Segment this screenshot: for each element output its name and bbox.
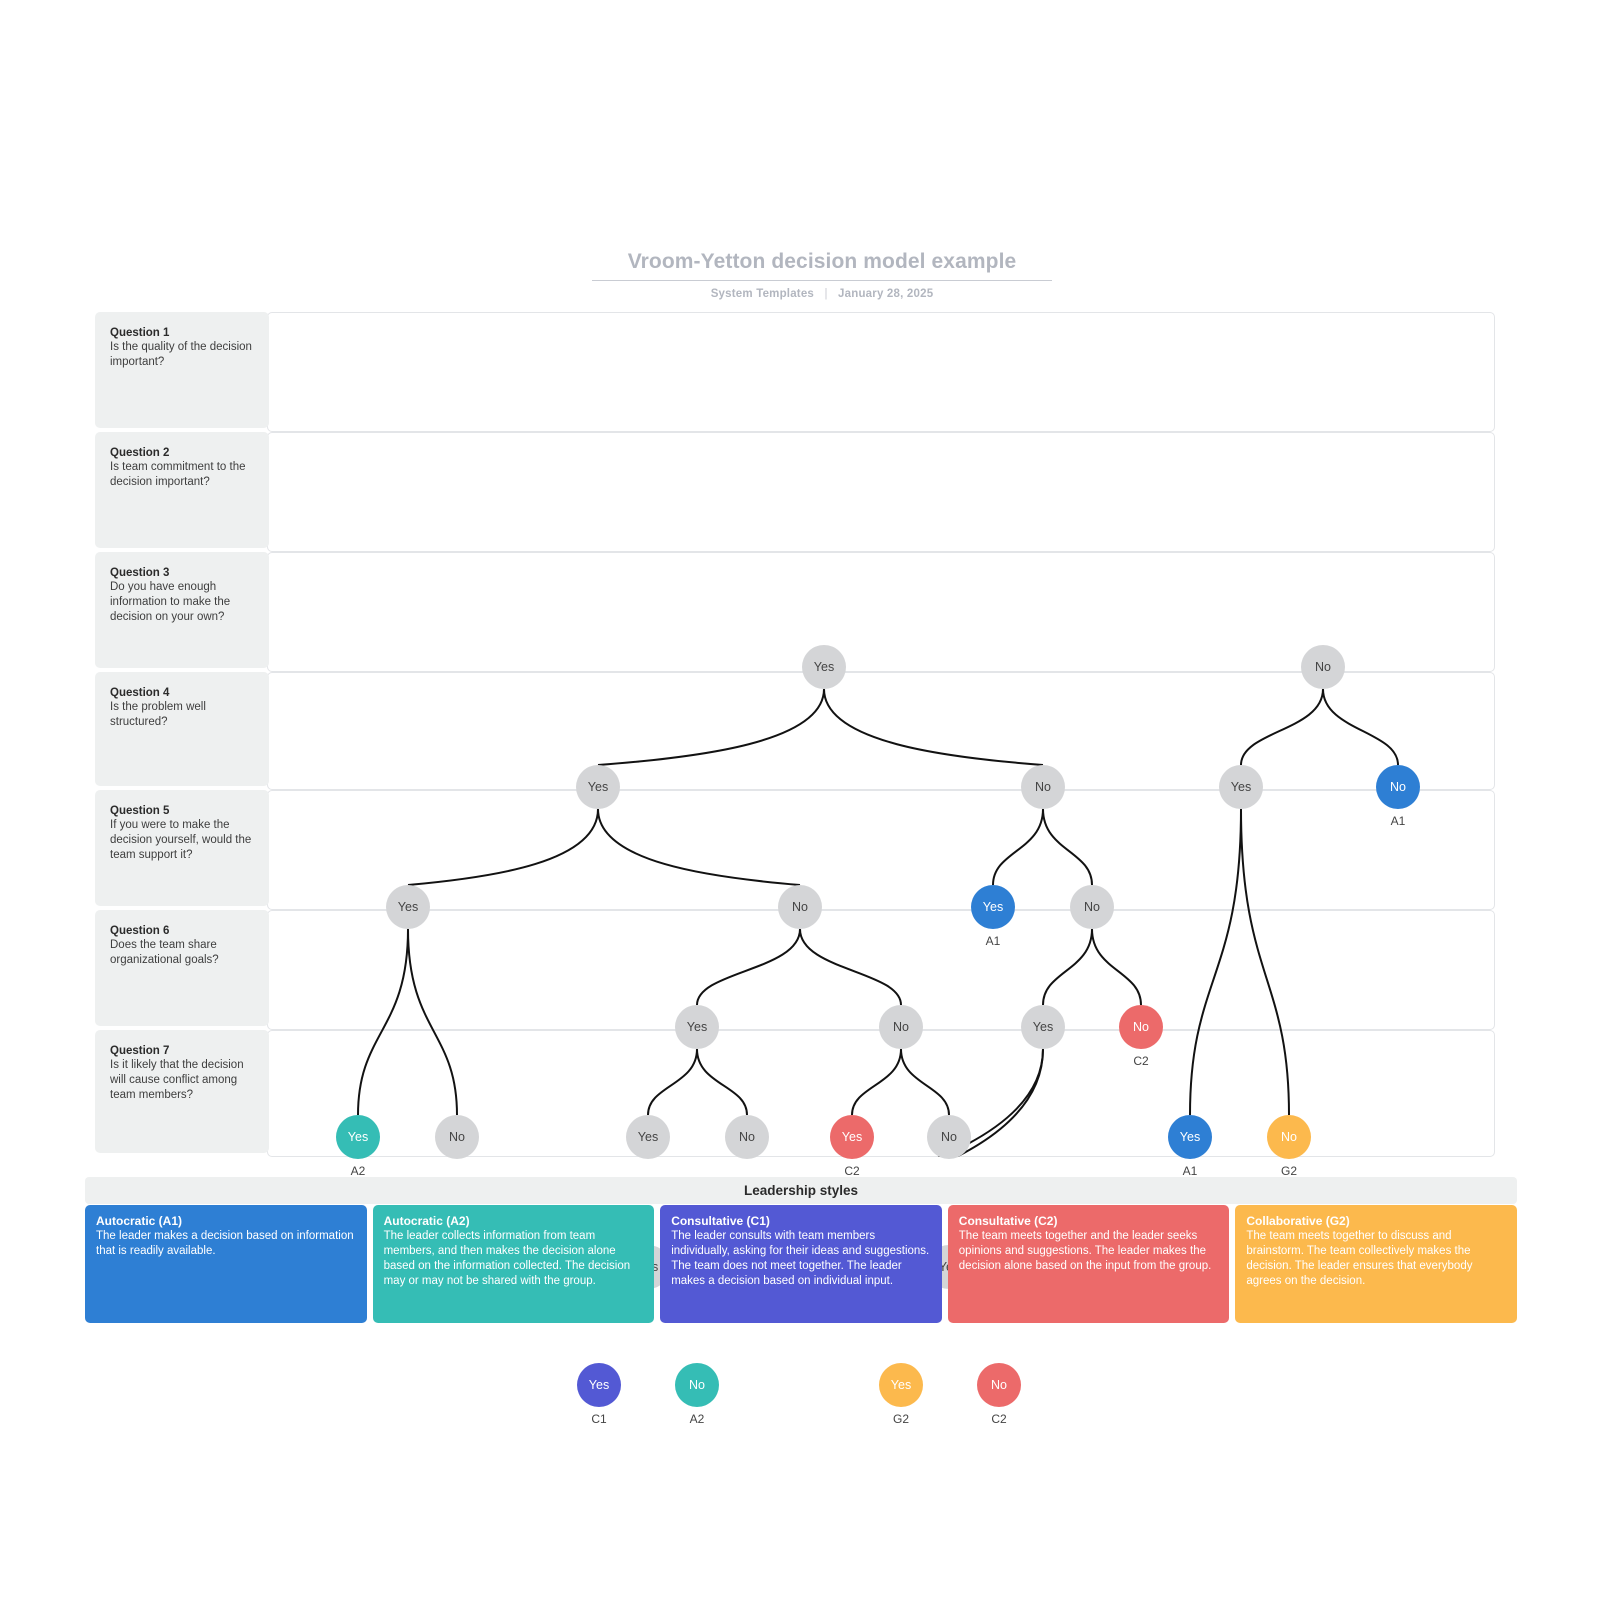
decision-node-n3[interactable]: Yes xyxy=(576,765,620,809)
question-number-5: Question 5 xyxy=(110,805,170,817)
decision-node-n14-c2[interactable]: No xyxy=(1119,1005,1163,1049)
diagram-canvas: Vroom-Yetton decision model example Syst… xyxy=(0,0,1600,1600)
decision-node-n11[interactable]: Yes xyxy=(675,1005,719,1049)
outcome-label-n30: G2 xyxy=(892,1412,909,1426)
question-text-3: Do you have enough information to make t… xyxy=(110,581,231,623)
decision-node-n19-c2[interactable]: Yes xyxy=(830,1115,874,1159)
question-box-4: Question 4 Is the problem well structured… xyxy=(95,672,269,786)
outcome-label-n9: A1 xyxy=(985,934,1001,948)
row-band-6 xyxy=(267,910,1495,1030)
question-text-6: Does the team share organizational goals… xyxy=(110,939,219,966)
decision-node-n22-g2[interactable]: No xyxy=(1267,1115,1311,1159)
question-number-1: Question 1 xyxy=(110,327,170,339)
outcome-label-n21: A1 xyxy=(1182,1164,1198,1178)
outcome-label-n6: A1 xyxy=(1390,814,1406,828)
decision-node-n2[interactable]: No xyxy=(1301,645,1345,689)
page-subtitle: System Templates | January 28, 2025 xyxy=(592,288,1052,300)
legend-card-consultative-c1-: Consultative (C1) The leader consults wit… xyxy=(660,1205,942,1323)
decision-node-n10[interactable]: No xyxy=(1070,885,1114,929)
legend-card-consultative-c2-: Consultative (C2) The team meets together… xyxy=(947,1205,1230,1323)
question-box-6: Question 6 Does the team share organizati… xyxy=(95,910,269,1026)
outcome-label-n31: C2 xyxy=(991,1412,1007,1426)
decision-node-n15-a2[interactable]: Yes xyxy=(336,1115,380,1159)
row-band-4 xyxy=(267,672,1495,790)
legend-card-title-4: Collaborative (G2) xyxy=(1246,1214,1350,1228)
author-label: System Templates xyxy=(710,288,815,300)
question-number-2: Question 2 xyxy=(110,447,170,459)
title-block: Vroom-Yetton decision model example Syst… xyxy=(592,250,1052,300)
decision-node-n31-c2[interactable]: No xyxy=(977,1363,1021,1407)
question-text-2: Is team commitment to the decision impor… xyxy=(110,461,246,488)
decision-node-n9-a1[interactable]: Yes xyxy=(971,885,1015,929)
question-box-1: Question 1 Is the quality of the decision… xyxy=(95,312,269,428)
decision-node-n12[interactable]: No xyxy=(879,1005,923,1049)
legend-cards: Autocratic (A1) The leader makes a decisi… xyxy=(85,1205,1517,1323)
row-band-2 xyxy=(267,432,1495,552)
decision-node-n4[interactable]: No xyxy=(1021,765,1065,809)
question-text-7: Is it likely that the decision will caus… xyxy=(110,1059,244,1101)
question-number-7: Question 7 xyxy=(110,1045,170,1057)
question-text-1: Is the quality of the decision important… xyxy=(110,341,252,368)
legend-card-title-0: Autocratic (A1) xyxy=(96,1214,183,1228)
question-box-2: Question 2 Is team commitment to the deci… xyxy=(95,432,269,548)
legend-card-desc-2: The leader consults with team members in… xyxy=(671,1230,930,1287)
decision-node-n1[interactable]: Yes xyxy=(802,645,846,689)
legend-card-title-2: Consultative (C1) xyxy=(671,1214,770,1228)
outcome-label-n29: A2 xyxy=(689,1412,705,1426)
question-number-6: Question 6 xyxy=(110,925,170,937)
question-text-5: If you were to make the decision yoursel… xyxy=(110,819,252,861)
legend-card-desc-1: The leader collects information from tea… xyxy=(383,1230,631,1287)
legend-card-desc-3: The team meets together and the leader s… xyxy=(958,1230,1212,1272)
question-number-4: Question 4 xyxy=(110,687,170,699)
decision-node-n17[interactable]: Yes xyxy=(626,1115,670,1159)
page-title: Vroom-Yetton decision model example xyxy=(592,250,1052,281)
decision-node-n30-g2[interactable]: Yes xyxy=(879,1363,923,1407)
question-number-3: Question 3 xyxy=(110,567,170,579)
decision-node-n28-c1[interactable]: Yes xyxy=(577,1363,621,1407)
question-box-5: Question 5 If you were to make the decisi… xyxy=(95,790,269,906)
decision-node-n5[interactable]: Yes xyxy=(1219,765,1263,809)
question-text-4: Is the problem well structured? xyxy=(110,701,206,728)
decision-tree-frame: Question 1 Is the quality of the decision… xyxy=(95,312,1495,1426)
outcome-label-n22: G2 xyxy=(1280,1164,1297,1178)
legend-card-desc-4: The team meets together to discuss and b… xyxy=(1246,1230,1473,1287)
subtitle-separator: | xyxy=(824,288,828,300)
decision-node-n29-a2[interactable]: No xyxy=(675,1363,719,1407)
decision-node-n6-a1[interactable]: No xyxy=(1376,765,1420,809)
legend-card-title-1: Autocratic (A2) xyxy=(383,1214,470,1228)
question-box-7: Question 7 Is it likely that the decision… xyxy=(95,1030,269,1153)
decision-node-n13[interactable]: Yes xyxy=(1021,1005,1065,1049)
outcome-label-n19: C2 xyxy=(844,1164,860,1178)
row-band-5 xyxy=(267,790,1495,910)
question-box-3: Question 3 Do you have enough information… xyxy=(95,552,269,668)
legend-card-title-3: Consultative (C2) xyxy=(958,1214,1058,1228)
decision-node-n18[interactable]: No xyxy=(725,1115,769,1159)
decision-node-n20[interactable]: No xyxy=(927,1115,971,1159)
legend-card-autocratic-a2-: Autocratic (A2) The leader collects infor… xyxy=(372,1205,655,1323)
outcome-label-n28: C1 xyxy=(591,1412,607,1426)
decision-node-n7[interactable]: Yes xyxy=(386,885,430,929)
decision-node-n21-a1[interactable]: Yes xyxy=(1168,1115,1212,1159)
outcome-label-n14: C2 xyxy=(1133,1054,1149,1068)
decision-node-n8[interactable]: No xyxy=(778,885,822,929)
legend-card-collaborative-g2-: Collaborative (G2) The team meets togethe… xyxy=(1235,1205,1517,1323)
legend-heading: Leadership styles xyxy=(85,1177,1517,1204)
outcome-label-n15: A2 xyxy=(350,1164,366,1178)
row-band-1 xyxy=(267,312,1495,432)
legend-card-autocratic-a1-: Autocratic (A1) The leader makes a decisi… xyxy=(85,1205,367,1323)
decision-node-n16[interactable]: No xyxy=(435,1115,479,1159)
legend-card-desc-0: The leader makes a decision based on inf… xyxy=(96,1230,354,1257)
date-label: January 28, 2025 xyxy=(838,288,934,300)
